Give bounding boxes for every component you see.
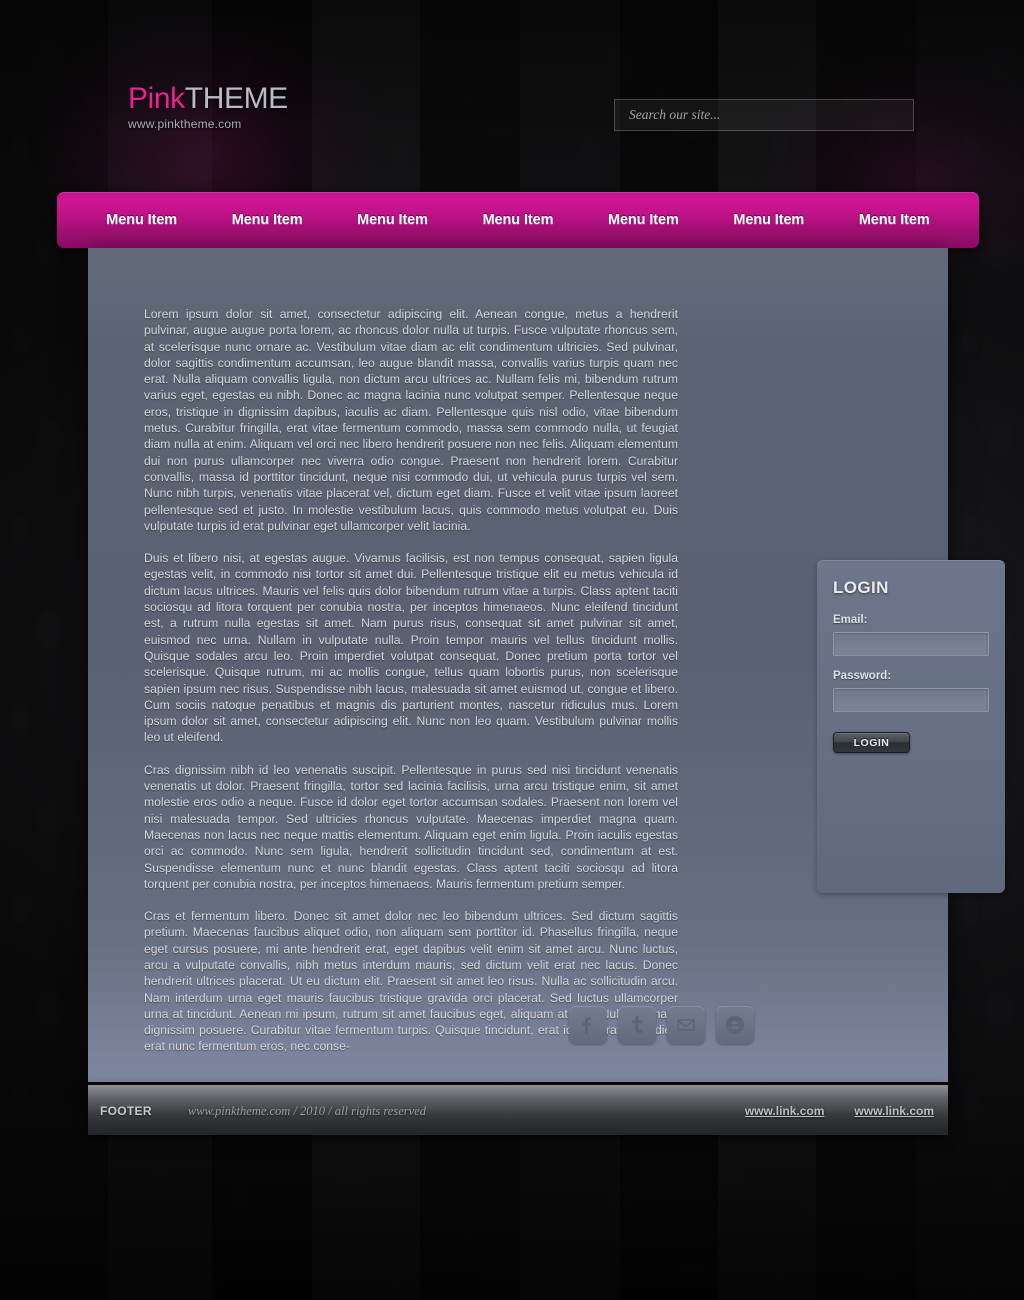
login-heading: LOGIN <box>833 578 889 597</box>
footer-link-2[interactable]: www.link.com <box>854 1104 934 1118</box>
login-panel: LOGIN Email: Password: LOGIN <box>817 560 1005 893</box>
social-links <box>569 1006 754 1044</box>
content-panel: Lorem ipsum dolor sit amet, consectetur … <box>88 248 1005 1082</box>
blogger-icon[interactable] <box>716 1006 754 1044</box>
site-header: PinkTHEME www.pinktheme.com <box>0 0 1024 192</box>
paragraph-3: Cras dignissim nibh id leo venenatis sus… <box>144 762 678 891</box>
email-icon[interactable] <box>667 1006 705 1044</box>
main-navigation: Menu Item Menu Item Menu Item Menu Item … <box>57 192 979 248</box>
paragraph-2: Duis et libero nisi, at egestas augue. V… <box>144 551 678 745</box>
site-footer: FOOTER www.pinktheme.com / 2010 / all ri… <box>88 1085 948 1135</box>
footer-label: FOOTER <box>100 1104 152 1118</box>
site-logo[interactable]: PinkTHEME www.pinktheme.com <box>128 84 288 131</box>
password-label: Password: <box>833 670 892 682</box>
password-field[interactable] <box>833 688 989 712</box>
nav-item-2[interactable]: Menu Item <box>228 206 307 234</box>
nav-item-3[interactable]: Menu Item <box>353 206 432 234</box>
article-body: Lorem ipsum dolor sit amet, consectetur … <box>144 306 678 1071</box>
paragraph-1: Lorem ipsum dolor sit amet, consectetur … <box>144 307 678 533</box>
facebook-icon[interactable] <box>569 1006 607 1044</box>
nav-item-5[interactable]: Menu Item <box>604 206 683 234</box>
logo-title-pink: Pink <box>128 82 185 115</box>
footer-copyright: www.pinktheme.com / 2010 / all rights re… <box>187 1103 426 1118</box>
logo-title-rest: THEME <box>184 82 288 115</box>
twitter-icon[interactable] <box>618 1006 656 1044</box>
nav-item-1[interactable]: Menu Item <box>102 206 181 234</box>
logo-subtitle: www.pinktheme.com <box>128 117 242 131</box>
nav-item-7[interactable]: Menu Item <box>855 206 934 234</box>
footer-link-1[interactable]: www.link.com <box>745 1104 825 1118</box>
logo-title: PinkTHEME <box>128 84 288 114</box>
login-submit-button[interactable]: LOGIN <box>833 732 910 753</box>
footer-links: www.link.com www.link.com <box>745 1104 934 1118</box>
email-field[interactable] <box>833 632 989 656</box>
search-box <box>614 99 914 131</box>
email-label: Email: <box>833 614 868 626</box>
nav-item-6[interactable]: Menu Item <box>729 206 808 234</box>
nav-item-4[interactable]: Menu Item <box>479 206 558 234</box>
search-input[interactable] <box>614 99 914 131</box>
